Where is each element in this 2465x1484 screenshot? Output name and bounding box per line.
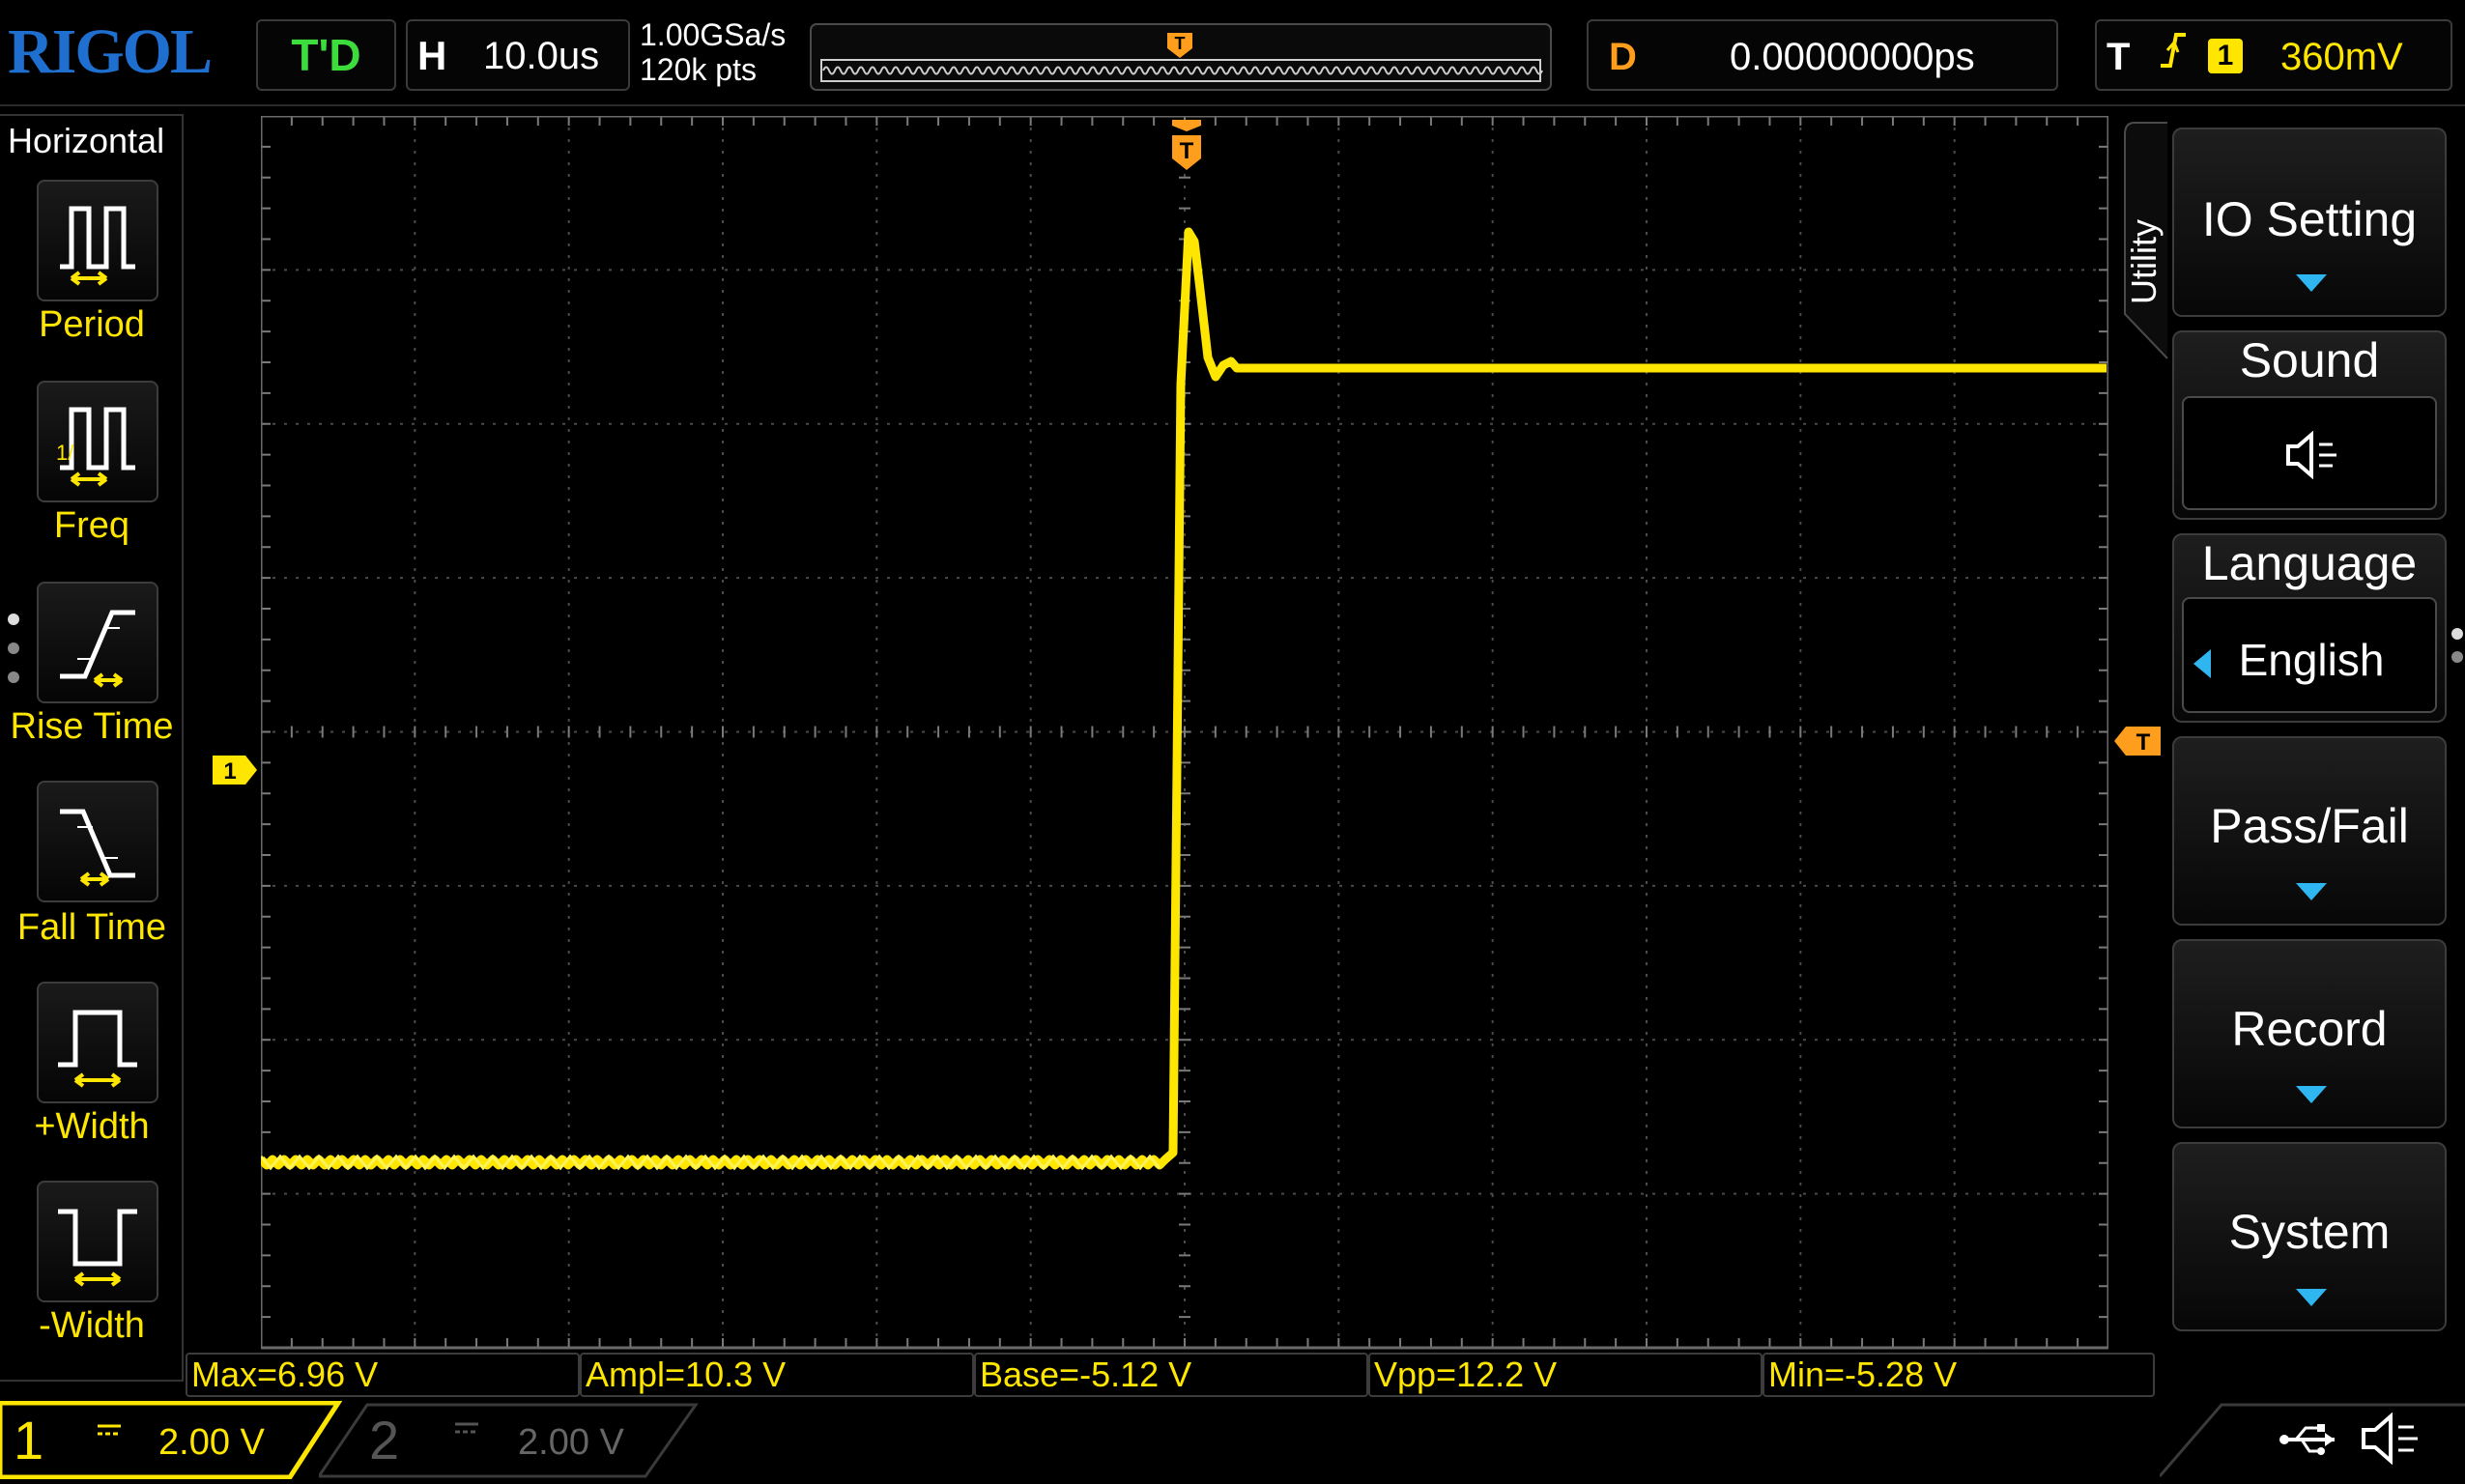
measure-frequency-button[interactable]: 1/	[37, 381, 158, 502]
submenu-arrow-icon	[2296, 1086, 2327, 1103]
delay-label: D	[1609, 36, 1637, 78]
memory-timeline[interactable]: T	[810, 23, 1552, 91]
trigger-position-marker: T	[1172, 120, 1201, 170]
language-button[interactable]: Language English	[2172, 533, 2447, 723]
page-indicator-dot	[2451, 628, 2463, 640]
rise-time-icon	[60, 610, 135, 688]
rising-edge-icon	[2157, 29, 2190, 84]
page-indicator-dot	[8, 671, 19, 683]
submenu-arrow-icon	[2296, 274, 2327, 292]
utility-menu-tab[interactable]: Utility	[2121, 121, 2169, 362]
measurement-min[interactable]: Min=-5.28 V	[1763, 1353, 2155, 1397]
sound-button[interactable]: Sound	[2172, 330, 2447, 520]
fall-time-icon	[60, 809, 135, 887]
sound-label: Sound	[2239, 333, 2380, 387]
measure-negative-width-label: -Width	[39, 1305, 145, 1346]
measurement-amplitude[interactable]: Ampl=10.3 V	[580, 1353, 974, 1397]
timebase-value: 10.0us	[483, 35, 600, 77]
measure-frequency-label: Freq	[53, 505, 130, 546]
frequency-icon: 1/	[56, 407, 135, 487]
svg-text:1/: 1/	[56, 441, 74, 465]
measure-positive-width-button[interactable]	[37, 982, 158, 1103]
measurement-max[interactable]: Max=6.96 V	[186, 1353, 580, 1397]
language-value: English	[2238, 635, 2385, 685]
pass-fail-label: Pass/Fail	[2210, 799, 2409, 853]
horizontal-label: H	[417, 33, 447, 78]
usb-icon	[2279, 1420, 2340, 1464]
page-indicator-dot	[8, 614, 19, 625]
channel-2-number: 2	[369, 1410, 400, 1470]
speaker-muted-icon	[2286, 431, 2336, 479]
sound-value-box	[2182, 396, 2437, 510]
measure-rise-time-button[interactable]	[37, 582, 158, 703]
dc-coupling-icon	[97, 1420, 122, 1441]
page-indicator-dot	[8, 642, 19, 654]
delay-value: 0.00000000ps	[1730, 36, 1975, 78]
measure-period-button[interactable]	[37, 180, 158, 301]
trigger-source-badge: 1	[2208, 39, 2243, 73]
measure-fall-time-button[interactable]	[37, 781, 158, 902]
channel-1-offset-marker[interactable]: 1	[211, 754, 259, 786]
page-indicator-dot	[2451, 651, 2463, 663]
channel-1-number: 1	[14, 1410, 44, 1470]
negative-width-icon	[58, 1209, 137, 1287]
record-button[interactable]: Record	[2172, 939, 2447, 1128]
waveform-display[interactable]: T	[257, 114, 2110, 1357]
channel-2-scale: 2.00 V	[518, 1422, 624, 1463]
memory-depth: 120k pts	[640, 52, 757, 87]
submenu-arrow-icon	[2296, 1289, 2327, 1306]
io-setting-button[interactable]: IO Setting	[2172, 128, 2447, 317]
channel-1-scale: 2.00 V	[158, 1422, 265, 1463]
sample-rate: 1.00GSa/s	[640, 17, 787, 52]
system-label: System	[2228, 1205, 2391, 1259]
dc-coupling-icon	[454, 1420, 479, 1441]
io-setting-label: IO Setting	[2201, 192, 2418, 246]
language-label: Language	[2201, 536, 2418, 590]
speaker-muted-icon	[2360, 1412, 2422, 1470]
channel-1-tab[interactable]: 1 2.00 V	[0, 1400, 348, 1480]
measure-rise-time-label: Rise Time	[10, 706, 174, 747]
language-value-box[interactable]: English	[2182, 597, 2437, 713]
pass-fail-button[interactable]: Pass/Fail	[2172, 736, 2447, 926]
record-label: Record	[2231, 1002, 2388, 1056]
svg-text:1: 1	[223, 758, 236, 785]
trigger-level-marker[interactable]: T	[2112, 725, 2163, 757]
rigol-logo: RIGOL	[8, 16, 213, 87]
submenu-arrow-icon	[2296, 883, 2327, 900]
period-icon	[60, 206, 135, 286]
trigger-level: 360mV	[2280, 36, 2403, 78]
svg-text:T: T	[2136, 729, 2151, 756]
svg-text:Utility: Utility	[2124, 219, 2164, 304]
system-button[interactable]: System	[2172, 1142, 2447, 1331]
measurement-vpp[interactable]: Vpp=12.2 V	[1368, 1353, 1763, 1397]
trigger-label: T	[2107, 36, 2131, 78]
svg-text:T: T	[1180, 138, 1194, 164]
measure-menu-title: Horizontal	[8, 121, 165, 160]
run-state-indicator[interactable]: T'D	[256, 19, 396, 91]
svg-text:T: T	[1175, 34, 1186, 53]
measure-positive-width-label: +Width	[34, 1106, 150, 1147]
channel-2-tab[interactable]: 2 2.00 V	[316, 1401, 705, 1479]
measure-period-label: Period	[39, 304, 145, 345]
measure-fall-time-label: Fall Time	[16, 907, 167, 948]
measure-negative-width-button[interactable]	[37, 1181, 158, 1302]
measurement-base[interactable]: Base=-5.12 V	[974, 1353, 1368, 1397]
positive-width-icon	[58, 1010, 137, 1088]
